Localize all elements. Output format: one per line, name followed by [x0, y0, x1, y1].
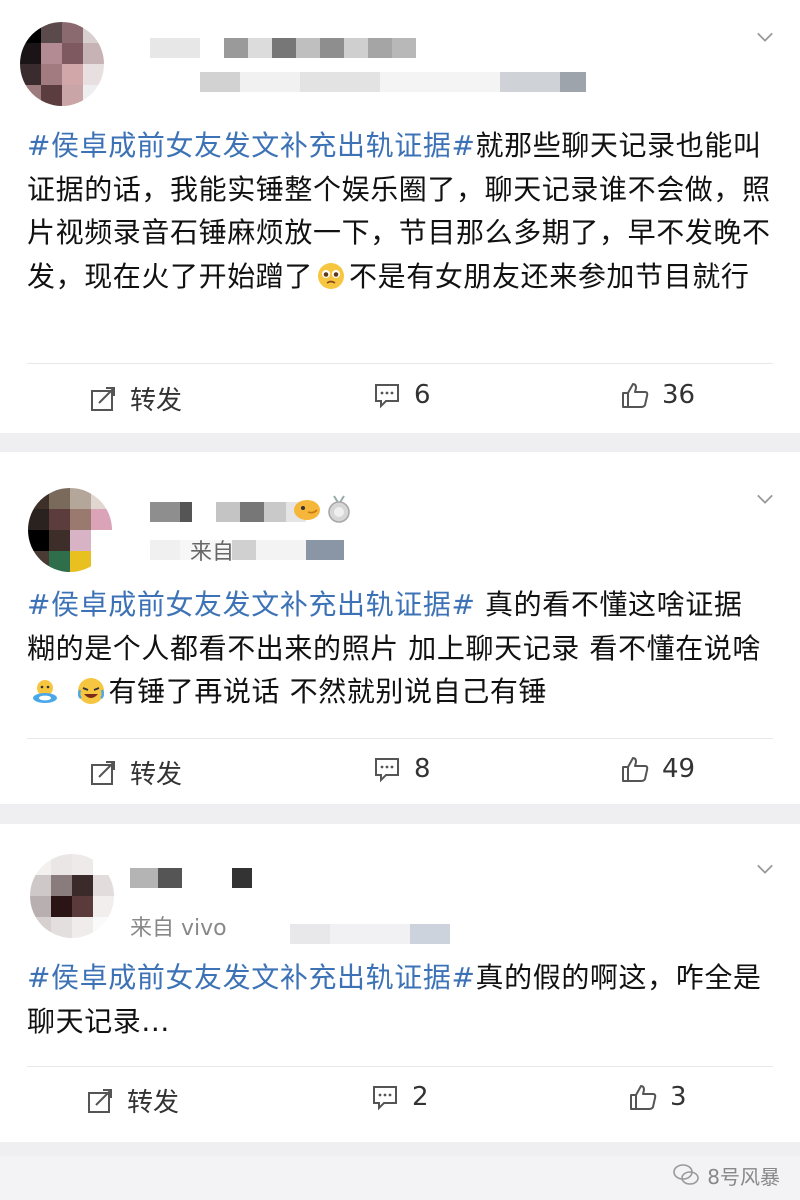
post-source: 来自 vivo	[130, 916, 227, 941]
medal-icon	[328, 495, 350, 523]
chevron-down-icon[interactable]	[756, 28, 774, 46]
repost-button[interactable]: 转发	[85, 1082, 179, 1119]
avatar[interactable]	[28, 488, 112, 572]
post-content: #侯卓成前女友发文补充出轨证据#就那些聊天记录也能叫证据的话，我能实锤整个娱乐圈…	[27, 124, 777, 298]
chevron-down-icon[interactable]	[756, 490, 774, 508]
topic-link[interactable]: #侯卓成前女友发文补充出轨证据#	[27, 961, 476, 994]
post-card: 来自 vivo #侯卓成前女友发文补充出轨证据#真的假的啊这，咋全是聊天记录..…	[0, 824, 800, 1142]
post-card: 来自 #侯卓成前女友发文补充出轨证据# 真的看不懂这啥证据 糊的是个人都看不出来…	[0, 452, 800, 804]
meta-blurred	[200, 72, 586, 92]
username-blurred[interactable]	[150, 502, 306, 522]
post-separator	[0, 1142, 800, 1156]
pleading-face-icon	[318, 262, 345, 289]
comment-icon	[375, 758, 399, 783]
divider-line	[27, 363, 773, 364]
wechat-icon	[673, 1164, 700, 1185]
post-text: 有锤了再说话 不然就别说自己有锤	[108, 675, 548, 708]
repost-label: 转发	[127, 1088, 180, 1118]
comment-count: 8	[414, 754, 431, 784]
like-button[interactable]: 36	[620, 380, 695, 410]
chevron-down-icon[interactable]	[756, 860, 774, 878]
comment-count: 2	[412, 1082, 429, 1112]
like-count: 3	[670, 1082, 687, 1112]
post-text: 不是有女朋友还来参加节目就行	[349, 259, 750, 293]
avatar[interactable]	[20, 22, 104, 106]
comment-icon	[373, 1086, 397, 1111]
repost-button[interactable]: 转发	[88, 380, 182, 417]
comment-button[interactable]: 2	[370, 1082, 429, 1112]
repost-icon	[88, 1088, 112, 1113]
repost-icon	[91, 760, 115, 785]
avatar[interactable]	[30, 854, 114, 938]
repost-icon	[91, 386, 115, 411]
comment-button[interactable]: 6	[372, 380, 431, 410]
like-icon	[630, 1085, 657, 1110]
topic-link[interactable]: #侯卓成前女友发文补充出轨证据#	[27, 588, 476, 621]
divider-line	[27, 738, 773, 739]
post-separator	[0, 433, 800, 452]
laughing-tears-icon	[77, 678, 104, 704]
post-source: 来自	[190, 540, 235, 565]
divider-line	[27, 1066, 773, 1067]
post-content: #侯卓成前女友发文补充出轨证据# 真的看不懂这啥证据 糊的是个人都看不出来的照片…	[27, 583, 777, 714]
like-button[interactable]: 3	[628, 1082, 687, 1112]
swim-ring-emoji-icon	[33, 680, 57, 703]
like-icon	[622, 383, 649, 408]
post-content: #侯卓成前女友发文补充出轨证据#真的假的啊这，咋全是聊天记录...	[27, 956, 777, 1043]
comment-count: 6	[414, 380, 431, 410]
watermark: 8号风暴	[671, 1160, 780, 1190]
like-button[interactable]: 49	[620, 754, 695, 784]
watermark-text: 8号风暴	[707, 1164, 780, 1189]
username-blurred[interactable]	[130, 868, 252, 888]
vip-badge-icon	[294, 500, 320, 520]
post-card: #侯卓成前女友发文补充出轨证据#就那些聊天记录也能叫证据的话，我能实锤整个娱乐圈…	[0, 0, 800, 433]
repost-label: 转发	[130, 760, 183, 790]
meta-blurred	[290, 924, 450, 944]
like-count: 49	[662, 754, 696, 784]
repost-label: 转发	[130, 386, 183, 416]
meta-blurred	[232, 540, 344, 560]
like-icon	[622, 757, 649, 782]
post-separator	[0, 804, 800, 824]
comment-icon	[375, 384, 399, 409]
like-count: 36	[662, 380, 696, 410]
topic-link[interactable]: #侯卓成前女友发文补充出轨证据#	[27, 129, 476, 162]
comment-button[interactable]: 8	[372, 754, 431, 784]
username-blurred[interactable]	[150, 38, 416, 58]
repost-button[interactable]: 转发	[88, 754, 182, 791]
